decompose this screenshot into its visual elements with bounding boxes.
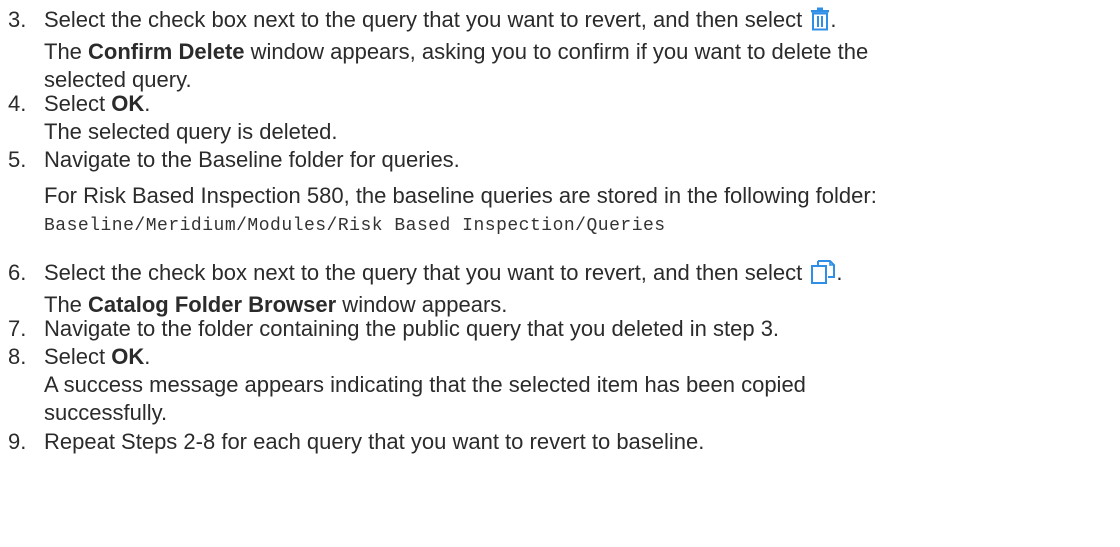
step-line: Repeat Steps 2-8 for each query that you… [44,428,1120,456]
step-7: 7. Navigate to the folder containing the… [0,315,1120,343]
step-text: Navigate to the folder containing the pu… [44,316,780,341]
step-text: Select the check box next to the query t… [44,7,809,32]
step-text: Select [44,344,112,369]
step-text: successfully. [44,400,168,425]
step-text: A success message appears indicating tha… [44,372,806,397]
step-6: 6. Select the check box next to the quer… [0,259,1120,319]
ui-term: Confirm Delete [88,39,245,64]
step-line: Navigate to the Baseline folder for quer… [44,146,1120,174]
step-text: . [830,7,837,32]
step-line: successfully. [44,399,1120,427]
step-number: 9. [8,429,27,454]
step-line: Navigate to the folder containing the pu… [44,315,1120,343]
step-number: 5. [8,147,27,172]
step-text: selected query. [44,67,192,92]
step-line: Select OK. [44,343,1120,371]
step-line: For Risk Based Inspection 580, the basel… [44,182,1120,210]
step-9: 9. Repeat Steps 2-8 for each query that … [0,428,1120,456]
step-number: 7. [8,316,27,341]
step-text: The [44,39,89,64]
step-text: Select the check box next to the query t… [44,260,809,285]
step-text: . [836,260,843,285]
step-text: Navigate to the Baseline folder for quer… [44,147,460,172]
step-text: . [144,344,151,369]
step-text: For Risk Based Inspection 580, the basel… [44,183,877,208]
step-number: 8. [8,344,27,369]
step-number: 3. [8,7,27,32]
ui-term: OK [111,91,145,116]
trash-icon[interactable] [810,7,830,38]
step-text: . [144,91,151,116]
step-text: The [44,292,89,317]
step-8: 8. Select OK. A success message appears … [0,343,1120,427]
step-line: The Confirm Delete window appears, askin… [44,38,1120,66]
step-line: The selected query is deleted. [44,118,1120,146]
ui-term: OK [111,344,145,369]
step-line: Select the check box next to the query t… [44,259,1120,291]
step-4: 4. Select OK. The selected query is dele… [0,90,1120,146]
step-text: The selected query is deleted. [44,119,338,144]
step-text: Select [44,91,112,116]
step-3: 3. Select the check box next to the quer… [0,6,1120,94]
step-number: 4. [8,91,27,116]
step-text: window appears. [336,292,508,317]
step-line: Select OK. [44,90,1120,118]
folder-path: Baseline/Meridium/Modules/Risk Based Ins… [44,216,666,236]
step-line: Select the check box next to the query t… [44,6,1120,38]
step-number: 6. [8,260,27,285]
step-line: A success message appears indicating tha… [44,371,1120,399]
step-5: 5. Navigate to the Baseline folder for q… [0,146,1120,240]
step-text: window appears, asking you to confirm if… [244,39,869,64]
ui-term: Catalog Folder Browser [88,292,337,317]
copy-icon[interactable] [810,260,836,291]
step-text: Repeat Steps 2-8 for each query that you… [44,429,705,454]
